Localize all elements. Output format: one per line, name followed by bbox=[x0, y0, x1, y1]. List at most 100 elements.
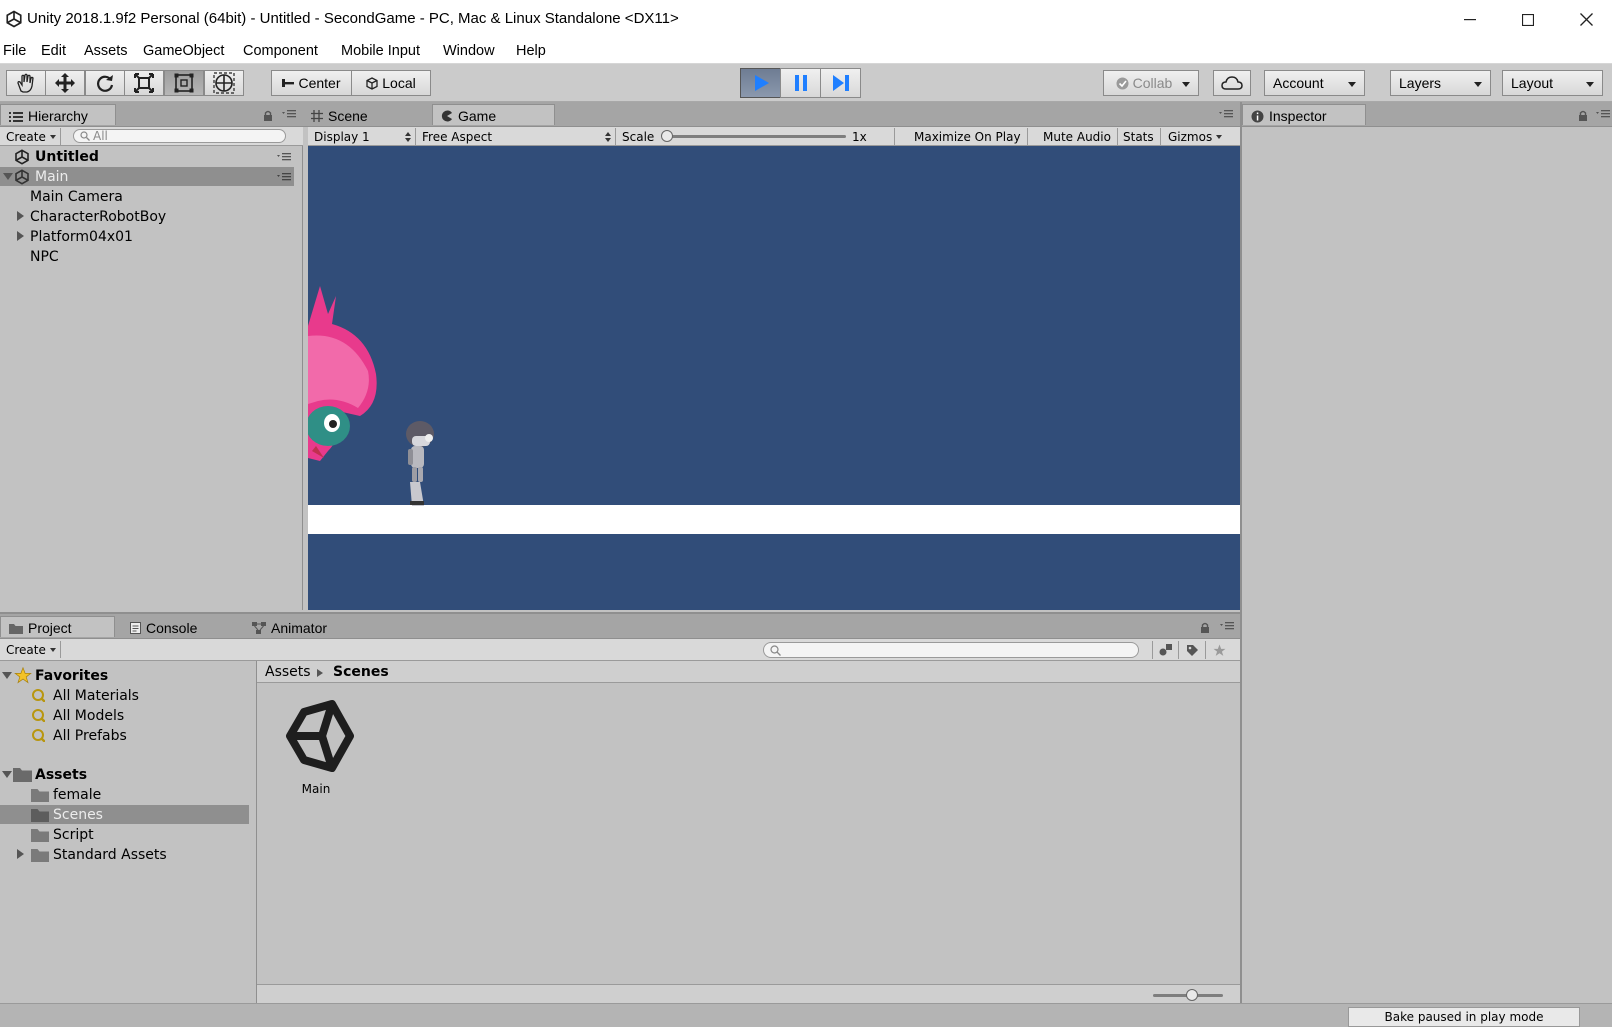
transform-tool-button[interactable] bbox=[204, 70, 244, 96]
gizmos-dropdown[interactable]: Gizmos bbox=[1162, 128, 1226, 145]
unity-scene-icon bbox=[15, 169, 29, 185]
scale-slider-track[interactable] bbox=[666, 135, 846, 138]
display-dropdown[interactable]: Display 1 bbox=[308, 128, 416, 145]
folder-label: Scenes bbox=[53, 806, 103, 823]
hierarchy-create-button[interactable]: Create bbox=[0, 128, 61, 145]
menu-edit[interactable]: Edit bbox=[41, 43, 66, 59]
project-search-input[interactable] bbox=[763, 642, 1139, 658]
rect-tool-button[interactable] bbox=[164, 70, 204, 96]
pivot-local-button[interactable]: Local bbox=[351, 70, 431, 96]
tab-hierarchy[interactable]: Hierarchy bbox=[0, 104, 116, 125]
unity-scene-asset-icon bbox=[286, 700, 354, 772]
asset-item[interactable]: Main bbox=[278, 698, 354, 798]
folder-item[interactable]: Standard Assets bbox=[0, 845, 249, 864]
pivot-center-button[interactable]: Center bbox=[271, 70, 352, 96]
hierarchy-item[interactable]: Platform04x01 bbox=[0, 227, 294, 246]
panel-menu-icon[interactable] bbox=[1219, 108, 1233, 120]
maximize-button[interactable] bbox=[1499, 0, 1557, 39]
lock-icon[interactable] bbox=[263, 110, 273, 121]
scale-control: Scale 1x bbox=[616, 128, 895, 145]
saved-search-icon bbox=[32, 689, 45, 702]
pause-button[interactable] bbox=[780, 68, 821, 98]
scene-menu-icon[interactable] bbox=[277, 152, 291, 162]
panel-menu-icon[interactable] bbox=[1596, 108, 1610, 120]
tab-inspector[interactable]: Inspector bbox=[1242, 104, 1366, 125]
menu-gameobject[interactable]: GameObject bbox=[143, 43, 224, 59]
layout-dropdown[interactable]: Layout bbox=[1502, 70, 1603, 96]
folder-icon bbox=[31, 809, 49, 822]
maximize-on-play-label: Maximize On Play bbox=[914, 129, 1021, 144]
hierarchy-item[interactable]: Main Camera bbox=[0, 187, 294, 206]
tab-game[interactable]: Game bbox=[432, 104, 555, 125]
play-button[interactable] bbox=[740, 68, 781, 98]
maximize-on-play-toggle[interactable]: Maximize On Play bbox=[908, 128, 1028, 145]
minimize-button[interactable] bbox=[1441, 0, 1499, 39]
hierarchy-item-label: Main Camera bbox=[30, 188, 123, 205]
scale-slider-thumb[interactable] bbox=[661, 130, 673, 142]
favorites-row[interactable]: Favorites bbox=[0, 666, 249, 685]
hand-tool-button[interactable] bbox=[6, 70, 46, 96]
menu-help[interactable]: Help bbox=[516, 43, 546, 59]
scene-menu-icon[interactable] bbox=[277, 172, 291, 182]
folder-item[interactable]: female bbox=[0, 785, 249, 804]
game-viewport[interactable] bbox=[308, 146, 1240, 610]
rotate-tool-button[interactable] bbox=[85, 70, 125, 96]
menu-mobile-input[interactable]: Mobile Input bbox=[341, 43, 420, 59]
search-icon bbox=[770, 644, 781, 656]
collab-button[interactable]: Collab bbox=[1103, 70, 1199, 96]
panel-menu-icon[interactable] bbox=[282, 108, 296, 120]
save-search-button[interactable] bbox=[1205, 641, 1232, 659]
scale-tool-button[interactable] bbox=[124, 70, 164, 96]
hierarchy-search-input[interactable]: All bbox=[73, 129, 286, 143]
expand-arrow-icon[interactable] bbox=[17, 231, 24, 241]
expand-arrow-icon[interactable] bbox=[2, 672, 12, 679]
tab-project[interactable]: Project bbox=[0, 616, 115, 637]
expand-arrow-icon[interactable] bbox=[2, 771, 12, 778]
search-by-label-button[interactable] bbox=[1178, 641, 1205, 659]
hierarchy-item-label: Platform04x01 bbox=[30, 228, 133, 245]
scene-row-untitled[interactable]: Untitled bbox=[0, 147, 294, 166]
tab-scene-label: Scene bbox=[328, 107, 368, 124]
scene-row-main[interactable]: Main bbox=[0, 167, 294, 186]
scale-value: 1x bbox=[852, 129, 867, 144]
breadcrumb-assets[interactable]: Assets bbox=[265, 664, 311, 680]
favorites-item[interactable]: All Models bbox=[0, 706, 249, 725]
move-tool-button[interactable] bbox=[45, 70, 85, 96]
mute-audio-toggle[interactable]: Mute Audio bbox=[1037, 128, 1118, 145]
account-dropdown[interactable]: Account bbox=[1264, 70, 1365, 96]
folder-item[interactable]: Scenes bbox=[0, 805, 249, 824]
tab-animator[interactable]: Animator bbox=[244, 616, 364, 637]
hierarchy-item[interactable]: NPC bbox=[0, 247, 294, 266]
close-button[interactable] bbox=[1557, 0, 1612, 39]
layers-dropdown[interactable]: Layers bbox=[1390, 70, 1491, 96]
cloud-button[interactable] bbox=[1213, 70, 1251, 96]
aspect-dropdown[interactable]: Free Aspect bbox=[416, 128, 616, 145]
step-button[interactable] bbox=[820, 68, 861, 98]
breadcrumb-scenes[interactable]: Scenes bbox=[333, 664, 389, 680]
menu-window[interactable]: Window bbox=[443, 43, 495, 59]
check-circle-icon bbox=[1116, 77, 1129, 89]
favorites-item[interactable]: All Materials bbox=[0, 686, 249, 705]
icon-size-slider-thumb[interactable] bbox=[1186, 989, 1198, 1001]
project-footer bbox=[257, 984, 1240, 1005]
expand-arrow-icon[interactable] bbox=[3, 173, 13, 180]
folder-item[interactable]: Script bbox=[0, 825, 249, 844]
favorites-item[interactable]: All Prefabs bbox=[0, 726, 249, 745]
assets-root-row[interactable]: Assets bbox=[0, 765, 249, 784]
tab-scene[interactable]: Scene bbox=[303, 104, 431, 125]
folder-icon bbox=[13, 768, 32, 782]
hierarchy-item[interactable]: CharacterRobotBoy bbox=[0, 207, 294, 226]
stats-toggle[interactable]: Stats bbox=[1117, 128, 1161, 145]
search-by-type-button[interactable] bbox=[1152, 641, 1178, 659]
lock-icon[interactable] bbox=[1200, 622, 1210, 633]
lock-icon[interactable] bbox=[1578, 110, 1588, 121]
expand-arrow-icon[interactable] bbox=[17, 211, 24, 221]
tab-console[interactable]: Console bbox=[122, 616, 242, 637]
expand-arrow-icon[interactable] bbox=[17, 849, 24, 859]
menu-file[interactable]: File bbox=[3, 43, 26, 59]
menu-component[interactable]: Component bbox=[243, 43, 318, 59]
project-create-button[interactable]: Create bbox=[0, 641, 61, 658]
panel-menu-icon[interactable] bbox=[1220, 620, 1234, 632]
favorites-item-label: All Prefabs bbox=[53, 727, 127, 744]
menu-assets[interactable]: Assets bbox=[84, 43, 128, 59]
